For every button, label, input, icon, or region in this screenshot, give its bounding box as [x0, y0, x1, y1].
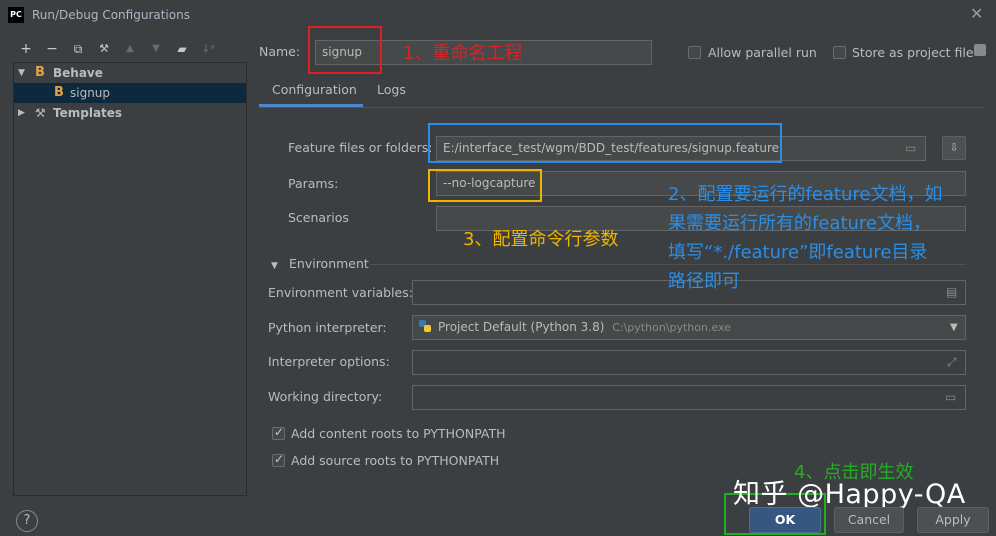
add-content-roots-checkbox[interactable]: [272, 425, 285, 440]
tree-item-templates[interactable]: ▶ ⚒ Templates: [14, 103, 246, 123]
folder-icon[interactable]: ▭: [905, 141, 916, 155]
move-up-icon[interactable]: ▲: [121, 40, 139, 58]
annotation-box-name: [308, 26, 382, 74]
annotation-box-feature: [428, 123, 782, 163]
edit-list-icon[interactable]: ▤: [946, 285, 957, 299]
store-project-checkbox[interactable]: [833, 46, 846, 59]
tree-item-signup[interactable]: B signup: [14, 83, 246, 103]
add-content-roots-label: Add content roots to PYTHONPATH: [291, 426, 506, 441]
pycharm-logo-icon: PC: [8, 7, 24, 23]
remove-icon[interactable]: −: [43, 40, 61, 58]
working-directory-label: Working directory:: [268, 389, 383, 404]
tree-item-label: Templates: [53, 106, 123, 120]
add-source-roots-checkbox[interactable]: [272, 452, 285, 467]
python-interpreter-label: Python interpreter:: [268, 320, 387, 335]
ok-button[interactable]: OK: [749, 507, 821, 533]
folder-icon[interactable]: ▰: [173, 40, 191, 58]
annotation-params: 3、配置命令行参数: [463, 229, 619, 250]
environment-section-label: Environment: [289, 256, 369, 271]
interpreter-path: C:\python\python.exe: [612, 321, 731, 334]
move-down-icon[interactable]: ▼: [147, 40, 165, 58]
watermark: 知乎 @Happy-QA: [733, 479, 966, 510]
expand-arrow-icon[interactable]: ▼: [18, 63, 25, 83]
annotation-feature-line: 2、配置要运行的feature文档，如: [668, 184, 943, 205]
annotation-feature: 2、配置要运行的feature文档，如 果需要运行所有的feature文档， 填…: [668, 180, 942, 296]
interpreter-options-input[interactable]: [412, 350, 966, 375]
python-icon: [419, 320, 431, 332]
params-label: Params:: [288, 176, 339, 191]
collapse-arrow-icon[interactable]: ▶: [18, 103, 25, 123]
sort-icon[interactable]: ↓ᵃ: [199, 40, 217, 58]
add-icon[interactable]: +: [17, 40, 35, 58]
copy-icon[interactable]: ⧉: [69, 40, 87, 58]
store-project-label: Store as project file: [852, 45, 974, 60]
help-icon[interactable]: ?: [16, 510, 38, 532]
environment-collapse-icon[interactable]: ▼: [271, 261, 278, 271]
tree-item-label: signup: [70, 86, 111, 100]
annotation-feature-line: 果需要运行所有的feature文档，: [668, 213, 931, 234]
folder-icon[interactable]: ▭: [945, 390, 956, 404]
scenarios-label: Scenarios: [288, 210, 349, 225]
chevron-down-icon[interactable]: ▼: [950, 322, 958, 333]
expand-icon[interactable]: ⤢: [947, 355, 957, 370]
name-label: Name:: [259, 44, 301, 59]
browse-button[interactable]: ⇩: [942, 136, 966, 160]
tree-item-behave[interactable]: ▼ B Behave: [14, 63, 246, 83]
wrench-icon: ⚒: [35, 106, 46, 120]
feature-files-label: Feature files or folders:: [288, 140, 433, 155]
interpreter-value: Project Default (Python 3.8): [438, 320, 605, 334]
apply-button[interactable]: Apply: [917, 507, 989, 533]
behave-icon: B: [35, 65, 45, 80]
settings-gear-icon[interactable]: [974, 44, 986, 56]
cancel-button[interactable]: Cancel: [834, 507, 904, 533]
add-source-roots-label: Add source roots to PYTHONPATH: [291, 453, 500, 468]
annotation-box-params: [428, 169, 542, 202]
configuration-tree: ▼ B Behave B signup ▶ ⚒ Templates: [13, 62, 247, 496]
annotation-feature-line: 路径即可: [668, 271, 740, 292]
allow-parallel-label: Allow parallel run: [708, 45, 817, 60]
tree-item-label: Behave: [53, 66, 103, 80]
interpreter-options-label: Interpreter options:: [268, 354, 390, 369]
python-interpreter-select[interactable]: Project Default (Python 3.8) C:\python\p…: [412, 315, 966, 340]
window-title: Run/Debug Configurations: [32, 8, 190, 22]
annotation-feature-line: 填写“*./feature”即feature目录: [668, 242, 928, 263]
working-directory-input[interactable]: [412, 385, 966, 410]
close-icon[interactable]: ✕: [970, 4, 983, 23]
wrench-icon[interactable]: ⚒: [95, 40, 113, 58]
behave-icon: B: [54, 85, 64, 100]
tab-configuration[interactable]: Configuration: [272, 82, 357, 97]
allow-parallel-checkbox[interactable]: [688, 46, 701, 59]
env-vars-label: Environment variables:: [268, 285, 413, 300]
tab-logs[interactable]: Logs: [377, 82, 406, 97]
annotation-rename: 1、重命名工程: [403, 43, 523, 64]
